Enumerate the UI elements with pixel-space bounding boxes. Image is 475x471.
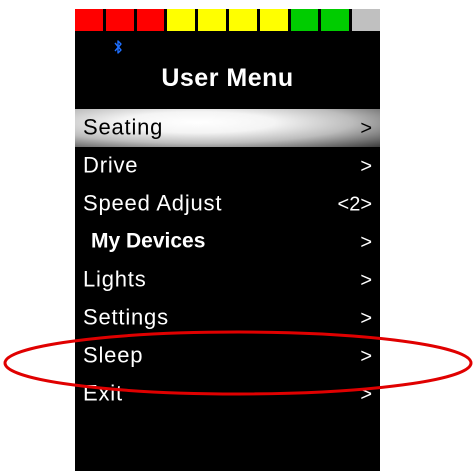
menu-item-drive[interactable]: Drive >	[75, 147, 380, 185]
battery-segment	[259, 9, 288, 31]
battery-segment	[105, 9, 134, 31]
menu-item-exit[interactable]: Exit >	[75, 375, 380, 413]
chevron-right-icon: >	[360, 269, 372, 292]
page-title: User Menu	[161, 64, 294, 92]
chevron-right-icon: >	[360, 345, 372, 368]
battery-segment	[75, 9, 103, 31]
menu-list: Seating > Drive > Speed Adjust <2> My De…	[75, 109, 380, 413]
menu-item-speed-adjust[interactable]: Speed Adjust <2>	[75, 185, 380, 223]
menu-item-label: Sleep	[83, 342, 144, 368]
menu-item-label: Exit	[83, 380, 123, 406]
menu-item-label: Settings	[83, 304, 169, 330]
menu-item-label: Drive	[83, 152, 139, 178]
menu-item-settings[interactable]: Settings >	[75, 299, 380, 337]
menu-item-lights[interactable]: Lights >	[75, 261, 380, 299]
battery-segment	[136, 9, 165, 31]
battery-segment	[290, 9, 319, 31]
speed-value: <2>	[337, 193, 372, 216]
battery-segment	[321, 9, 350, 31]
battery-segment	[352, 9, 380, 31]
chevron-right-icon: >	[360, 117, 372, 140]
battery-segment	[198, 9, 226, 31]
menu-item-label: Speed Adjust	[83, 190, 223, 216]
menu-item-label: Seating	[83, 114, 164, 140]
menu-item-label: My Devices	[91, 229, 206, 253]
menu-item-seating[interactable]: Seating >	[75, 109, 380, 147]
bluetooth-icon	[114, 40, 122, 54]
menu-item-label: Lights	[83, 266, 147, 292]
battery-gauge	[75, 9, 380, 31]
chevron-right-icon: >	[360, 231, 372, 254]
wheelchair-display: User Menu Seating > Drive > Speed Adjust…	[75, 9, 380, 471]
menu-item-sleep[interactable]: Sleep >	[75, 337, 380, 375]
chevron-right-icon: >	[360, 307, 372, 330]
menu-item-my-devices[interactable]: My Devices >	[75, 223, 380, 261]
chevron-right-icon: >	[360, 155, 372, 178]
battery-segment	[228, 9, 257, 31]
battery-segment	[167, 9, 196, 31]
chevron-right-icon: >	[360, 383, 372, 406]
